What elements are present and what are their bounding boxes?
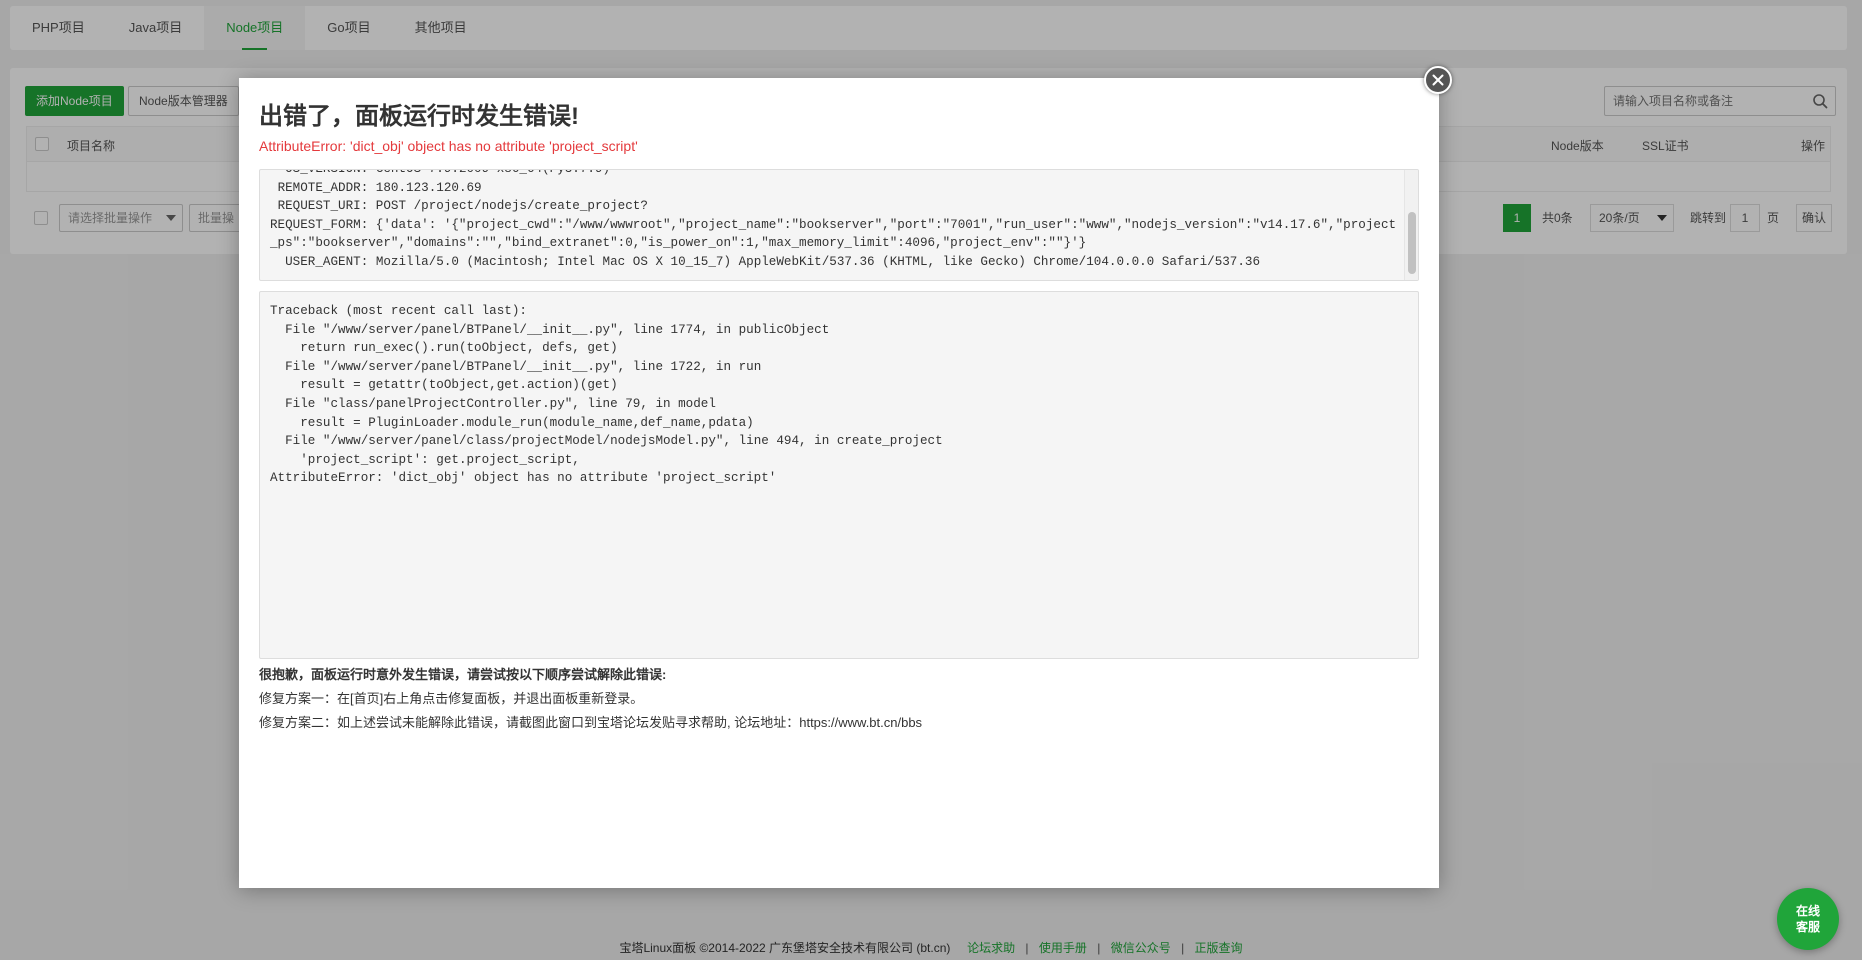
tip-solution-2: 修复方案二：如上述尝试未能解除此错误，请截图此窗口到宝塔论坛发贴寻求帮助, 论坛… <box>259 715 923 730</box>
fix-tips: 很抱歉，面板运行时意外发生错误，请尝试按以下顺序尝试解除此错误: 修复方案一：在… <box>259 663 922 735</box>
traceback-text: Traceback (most recent call last): File … <box>270 304 943 486</box>
close-icon <box>1432 74 1444 86</box>
request-info-scrollbar[interactable] <box>1404 170 1418 280</box>
tips-heading: 很抱歉，面板运行时意外发生错误，请尝试按以下顺序尝试解除此错误: <box>259 667 667 682</box>
chat-label-line2: 客服 <box>1795 920 1820 934</box>
error-dialog: 出错了，面板运行时发生错误! AttributeError: 'dict_obj… <box>239 78 1439 888</box>
online-support-button[interactable]: 在线 客服 <box>1777 888 1839 950</box>
dialog-title: 出错了，面板运行时发生错误! <box>259 103 579 130</box>
chat-label-line1: 在线 <box>1795 904 1820 918</box>
close-dialog-button[interactable] <box>1424 66 1452 94</box>
tip-solution-1: 修复方案一：在[首页]右上角点击修复面板，并退出面板重新登录。 <box>259 691 644 706</box>
error-message: AttributeError: 'dict_obj' object has no… <box>259 138 638 154</box>
scrollbar-thumb[interactable] <box>1408 212 1416 274</box>
request-info-text: OS_VERSION: CentOS 7.9.2009 x86_64(Py3.7… <box>270 169 1397 269</box>
request-info-box[interactable]: OS_VERSION: CentOS 7.9.2009 x86_64(Py3.7… <box>259 169 1419 281</box>
traceback-box[interactable]: Traceback (most recent call last): File … <box>259 291 1419 659</box>
